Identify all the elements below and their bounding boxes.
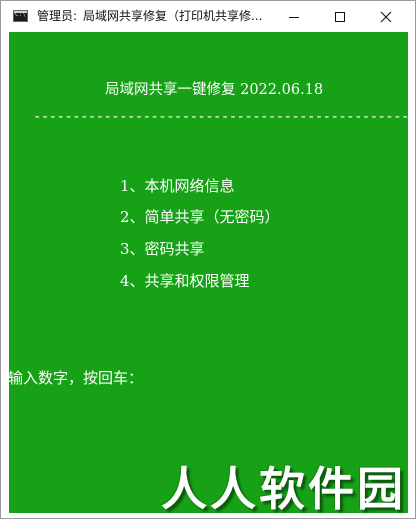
minimize-button[interactable] — [271, 1, 317, 32]
console-header: 局域网共享一键修复 2022.06.18 — [105, 82, 324, 98]
minimize-icon — [289, 17, 299, 18]
console-output[interactable]: 局域网共享一键修复 2022.06.18 -------------------… — [9, 32, 408, 513]
maximize-button[interactable] — [317, 1, 363, 32]
close-button[interactable] — [363, 1, 409, 32]
watermark-logo: 人人软件园 — [161, 462, 406, 516]
cmd-icon-text: C:\ — [15, 11, 26, 18]
console-divider: ----------------------------------------… — [33, 109, 408, 125]
window-title-main: 局域网共享修复（打印机共享修... — [83, 9, 263, 23]
console-window: C:\ 管理员: 局域网共享修复（打印机共享修... 局域网共享一键修复 2022… — [0, 0, 416, 519]
title-bar[interactable]: C:\ 管理员: 局域网共享修复（打印机共享修... — [1, 1, 415, 32]
menu-item-network-info: 1、本机网络信息 — [120, 177, 235, 195]
menu-item-password-share: 3、密码共享 — [120, 240, 205, 258]
window-title: 管理员: 局域网共享修复（打印机共享修... — [37, 9, 263, 24]
maximize-icon — [335, 12, 345, 22]
input-prompt: 输入数字，按回车： — [9, 369, 144, 387]
close-icon — [380, 11, 392, 23]
menu-item-permission-manage: 4、共享和权限管理 — [120, 272, 250, 290]
menu-item-simple-share: 2、简单共享（无密码） — [120, 208, 280, 226]
cmd-app-icon: C:\ — [13, 10, 28, 22]
window-title-prefix: 管理员: — [37, 9, 78, 23]
